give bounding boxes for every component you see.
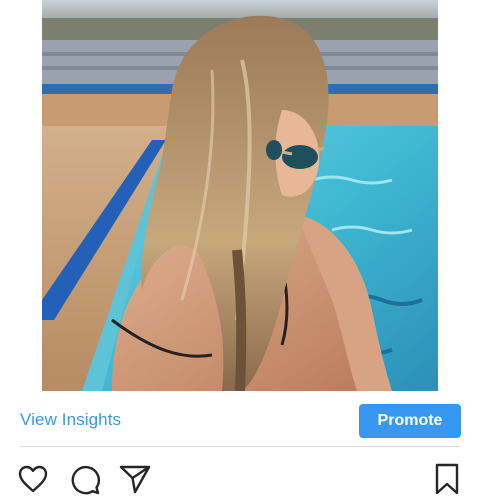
promote-button[interactable]: Promote (359, 404, 461, 438)
view-insights-link[interactable]: View Insights (20, 408, 121, 432)
insights-row: View Insights Promote (0, 400, 480, 442)
heart-icon[interactable] (16, 462, 50, 496)
post-image[interactable] (42, 0, 438, 391)
send-icon[interactable] (118, 462, 152, 496)
divider (20, 446, 461, 447)
post-actions (0, 456, 480, 500)
bookmark-icon[interactable] (430, 462, 464, 496)
comment-icon[interactable] (68, 462, 102, 496)
